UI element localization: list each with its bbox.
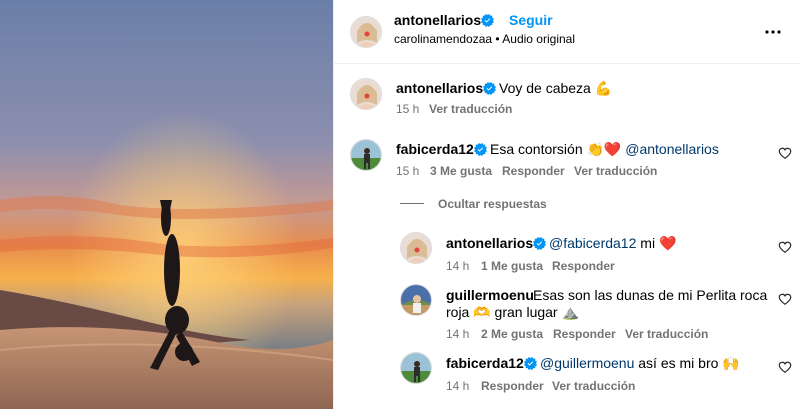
comment-reply-button[interactable]: Responder bbox=[502, 164, 565, 178]
comment-likes[interactable]: 3 Me gusta bbox=[430, 164, 492, 178]
reply-username[interactable]: guillermoenu bbox=[446, 287, 534, 303]
comment-username[interactable]: fabicerda12 bbox=[396, 141, 474, 157]
reply-username[interactable]: fabicerda12 bbox=[446, 355, 524, 371]
reply-text-line2: roja 🫶 gran lugar ⛰️ bbox=[446, 304, 579, 320]
reply-text-line1: Esas son las dunas de mi Perlita roca bbox=[533, 287, 768, 303]
reply-mention[interactable]: @fabicerda12 bbox=[549, 235, 636, 251]
verified-badge-icon bbox=[474, 143, 487, 156]
verified-badge-icon bbox=[483, 82, 496, 95]
comment-translate[interactable]: Ver traducción bbox=[574, 164, 657, 178]
post-header: antonellarios Seguir carolinamendozaa • … bbox=[334, 0, 800, 64]
audio-link[interactable]: Audio original bbox=[502, 32, 575, 46]
reply-body: así es mi bro 🙌 bbox=[634, 355, 740, 371]
comment-avatar[interactable] bbox=[350, 139, 382, 171]
comment-time[interactable]: 15 h bbox=[396, 164, 419, 178]
caption-text: Voy de cabeza 💪 bbox=[499, 80, 613, 96]
reply-translate[interactable]: Ver traducción bbox=[552, 379, 635, 393]
reply-translate[interactable]: Ver traducción bbox=[625, 327, 708, 341]
comment-body: Esa contorsión 👏❤️ bbox=[490, 141, 626, 157]
author-username[interactable]: antonellarios bbox=[394, 12, 481, 28]
verified-badge-icon bbox=[481, 14, 494, 27]
caption-translate[interactable]: Ver traducción bbox=[429, 102, 512, 116]
comment-mention[interactable]: @antonellarios bbox=[625, 141, 719, 157]
more-options-icon[interactable] bbox=[761, 20, 785, 44]
comment-text: Esa contorsión 👏❤️ @antonellarios bbox=[490, 141, 719, 158]
hide-replies-button[interactable]: Ocultar respuestas bbox=[438, 197, 547, 211]
reply-body: mi ❤️ bbox=[636, 235, 677, 251]
reply-avatar[interactable] bbox=[400, 232, 432, 264]
comments-panel: antonellarios Seguir carolinamendozaa • … bbox=[333, 0, 800, 409]
reply-mention[interactable]: @guillermoenu bbox=[540, 355, 634, 371]
reply-time[interactable]: 14 h bbox=[446, 327, 469, 341]
reply-avatar[interactable] bbox=[400, 284, 432, 316]
heart-icon[interactable] bbox=[778, 292, 792, 306]
reply-avatar[interactable] bbox=[400, 352, 432, 384]
reply-username[interactable]: antonellarios bbox=[446, 235, 533, 251]
follow-button[interactable]: Seguir bbox=[509, 12, 553, 28]
author-avatar[interactable] bbox=[350, 16, 382, 48]
caption-avatar[interactable] bbox=[350, 78, 382, 110]
heart-icon[interactable] bbox=[778, 240, 792, 254]
sunset-dune-image bbox=[0, 0, 333, 409]
verified-badge-icon bbox=[533, 237, 546, 250]
subtitle-separator: • bbox=[492, 32, 503, 46]
reply-reply-button[interactable]: Responder bbox=[481, 379, 544, 393]
replies-divider bbox=[400, 203, 424, 204]
reply-text: @fabicerda12 mi ❤️ bbox=[549, 235, 676, 252]
reply-time[interactable]: 14 h bbox=[446, 259, 469, 273]
post-subtitle: carolinamendozaa • Audio original bbox=[394, 32, 575, 46]
reply-likes[interactable]: 2 Me gusta bbox=[481, 327, 543, 341]
reply-reply-button[interactable]: Responder bbox=[553, 327, 616, 341]
reply-likes[interactable]: 1 Me gusta bbox=[481, 259, 543, 273]
caption-username[interactable]: antonellarios bbox=[396, 80, 483, 96]
reply-text: @guillermoenu así es mi bro 🙌 bbox=[540, 355, 740, 372]
reply-reply-button[interactable]: Responder bbox=[552, 259, 615, 273]
reply-time[interactable]: 14 h bbox=[446, 379, 469, 393]
post-photo bbox=[0, 0, 333, 409]
heart-icon[interactable] bbox=[778, 146, 792, 160]
verified-badge-icon bbox=[524, 357, 537, 370]
heart-icon[interactable] bbox=[778, 360, 792, 374]
coauthor-username[interactable]: carolinamendozaa bbox=[394, 32, 492, 46]
caption-time[interactable]: 15 h bbox=[396, 102, 419, 116]
